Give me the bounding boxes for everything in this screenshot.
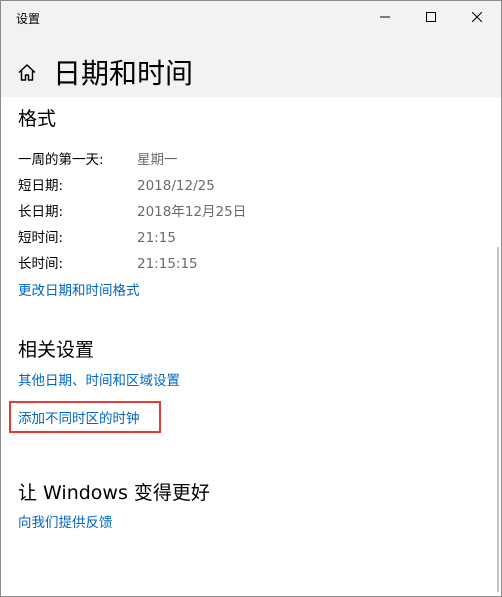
maximize-icon <box>426 12 436 22</box>
short-date-label: 短日期: <box>18 178 64 194</box>
first-day-label: 一周的第一天: <box>18 152 104 168</box>
home-button[interactable] <box>18 64 36 85</box>
long-date-value: 2018年12月25日 <box>137 204 247 220</box>
page-title: 日期和时间 <box>53 57 194 90</box>
page-header: 日期和时间 <box>1 33 501 97</box>
short-time-label: 短时间: <box>18 230 64 246</box>
app-title: 设置 <box>16 12 41 26</box>
feedback-link[interactable]: 向我们提供反馈 <box>18 514 113 532</box>
close-icon <box>472 12 482 22</box>
long-time-label: 长时间: <box>18 256 64 272</box>
settings-window: 设置 日期和时间 格式 一周的第一天: 星期一 短日期: 2018/12/25 … <box>0 0 502 597</box>
long-date-label: 长日期: <box>18 204 64 220</box>
long-time-value: 21:15:15 <box>137 256 198 272</box>
change-format-link[interactable]: 更改日期和时间格式 <box>18 282 140 300</box>
title-bar[interactable]: 设置 <box>1 1 501 33</box>
minimize-icon <box>380 16 390 18</box>
scrollbar[interactable] <box>497 247 499 592</box>
related-settings-title: 相关设置 <box>18 339 95 361</box>
add-clocks-link[interactable]: 添加不同时区的时钟 <box>18 410 140 428</box>
improve-windows-title: 让 Windows 变得更好 <box>18 482 210 504</box>
content-area: 格式 一周的第一天: 星期一 短日期: 2018/12/25 长日期: 2018… <box>1 97 501 596</box>
home-icon <box>18 64 36 81</box>
maximize-button[interactable] <box>408 1 454 33</box>
additional-region-settings-link[interactable]: 其他日期、时间和区域设置 <box>18 372 180 390</box>
format-section-title: 格式 <box>18 108 57 130</box>
minimize-button[interactable] <box>362 1 408 33</box>
close-button[interactable] <box>454 1 500 33</box>
short-time-value: 21:15 <box>137 230 176 246</box>
first-day-value: 星期一 <box>137 152 178 168</box>
short-date-value: 2018/12/25 <box>137 178 215 194</box>
